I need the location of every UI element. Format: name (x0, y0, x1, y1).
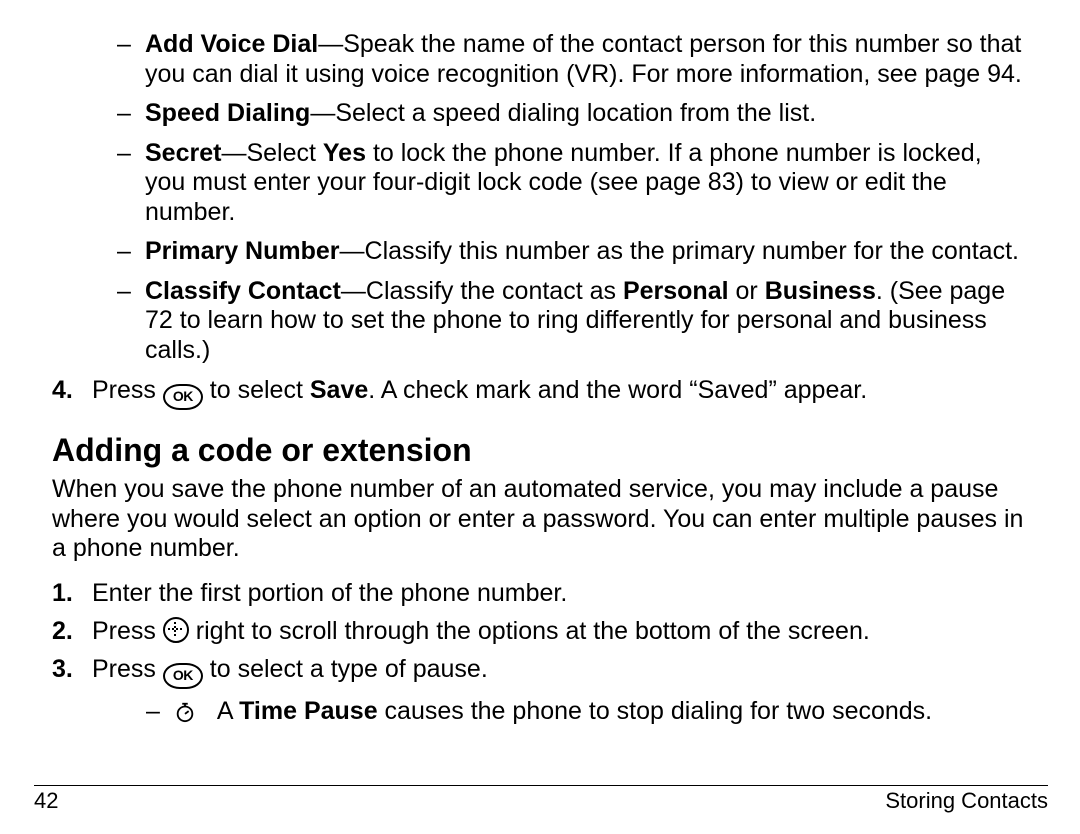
dash-icon: – (117, 237, 145, 267)
step-text-mid: to select (203, 376, 310, 404)
step-number: 2. (52, 616, 92, 646)
step-number: 1. (52, 578, 92, 608)
subitem-business: Business (765, 277, 876, 305)
step-4: 4. Press OK to select Save. A check mark… (52, 375, 1028, 410)
section-name: Storing Contacts (885, 788, 1048, 814)
subitem-speed-dialing: – Speed Dialing—Select a speed dialing l… (52, 99, 1028, 129)
subitem-text-mid: or (729, 277, 765, 305)
step-body: Press OK to select Save. A check mark an… (92, 375, 1028, 410)
subitem-text: —Classify this number as the primary num… (340, 237, 1019, 265)
subitem-yes: Yes (323, 139, 366, 167)
subitem-title: Secret (145, 139, 221, 167)
step-text: Enter the first portion of the phone num… (92, 578, 1028, 608)
step-text-post: to select a type of pause. (203, 655, 488, 683)
subitem-text-pre: —Classify the contact as (341, 277, 623, 305)
subitem-title: Classify Contact (145, 277, 341, 305)
subitem-personal: Personal (623, 277, 729, 305)
nav-key-icon (163, 617, 189, 643)
manual-page: – Add Voice Dial—Speak the name of the c… (0, 0, 1080, 834)
step-text-post: . A check mark and the word “Saved” appe… (368, 376, 867, 404)
subitem-title: Speed Dialing (145, 99, 310, 127)
subitem-body: Secret—Select Yes to lock the phone numb… (145, 139, 1028, 228)
subitem-text-pre: —Select (221, 139, 322, 167)
ok-button-icon: OK (163, 384, 203, 410)
subitem-body: Speed Dialing—Select a speed dialing loc… (145, 99, 1028, 129)
options-sublist: – Add Voice Dial—Speak the name of the c… (52, 30, 1028, 365)
intro-paragraph: When you save the phone number of an aut… (52, 475, 1028, 564)
dash-icon: – (117, 30, 145, 89)
subitem-body: Classify Contact—Classify the contact as… (145, 277, 1028, 366)
subitem-add-voice-dial: – Add Voice Dial—Speak the name of the c… (52, 30, 1028, 89)
step-text-pre: Press (92, 655, 163, 683)
subitem-text: —Select a speed dialing location from th… (310, 99, 816, 127)
page-number: 42 (34, 788, 58, 814)
subitem-primary-number: – Primary Number—Classify this number as… (52, 237, 1028, 267)
step-body: Press right to scroll through the option… (92, 616, 1028, 646)
ok-button-icon: OK (163, 663, 203, 689)
step-text-pre: Press (92, 376, 163, 404)
step-text-pre: Press (92, 617, 163, 645)
section-heading: Adding a code or extension (52, 432, 1028, 469)
pause-type-time: – A Time Pause causes the phone to stop … (52, 697, 1028, 727)
step-1: 1. Enter the first portion of the phone … (52, 578, 1028, 608)
subitem-secret: – Secret—Select Yes to lock the phone nu… (52, 139, 1028, 228)
step-number: 3. (52, 654, 92, 689)
step-number: 4. (52, 375, 92, 410)
subitem-classify-contact: – Classify Contact—Classify the contact … (52, 277, 1028, 366)
step-body: Press OK to select a type of pause. (92, 654, 1028, 689)
subitem-body: A Time Pause causes the phone to stop di… (174, 697, 1028, 727)
dash-icon: – (117, 277, 145, 366)
step-3: 3. Press OK to select a type of pause. (52, 654, 1028, 689)
pause-pre: A (217, 697, 239, 725)
step-text-post: right to scroll through the options at t… (189, 617, 870, 645)
stopwatch-icon (174, 701, 196, 723)
page-footer: 42 Storing Contacts (34, 785, 1048, 814)
subitem-title: Primary Number (145, 237, 340, 265)
subitem-body: Add Voice Dial—Speak the name of the con… (145, 30, 1028, 89)
step-save: Save (310, 376, 368, 404)
step-2: 2. Press right to scroll through the opt… (52, 616, 1028, 646)
pause-time-pause: Time Pause (239, 697, 378, 725)
subitem-body: Primary Number—Classify this number as t… (145, 237, 1028, 267)
dash-icon: – (117, 139, 145, 228)
dash-icon: – (117, 99, 145, 129)
pause-post: causes the phone to stop dialing for two… (378, 697, 933, 725)
subitem-title: Add Voice Dial (145, 30, 318, 58)
dash-icon: – (146, 697, 174, 727)
